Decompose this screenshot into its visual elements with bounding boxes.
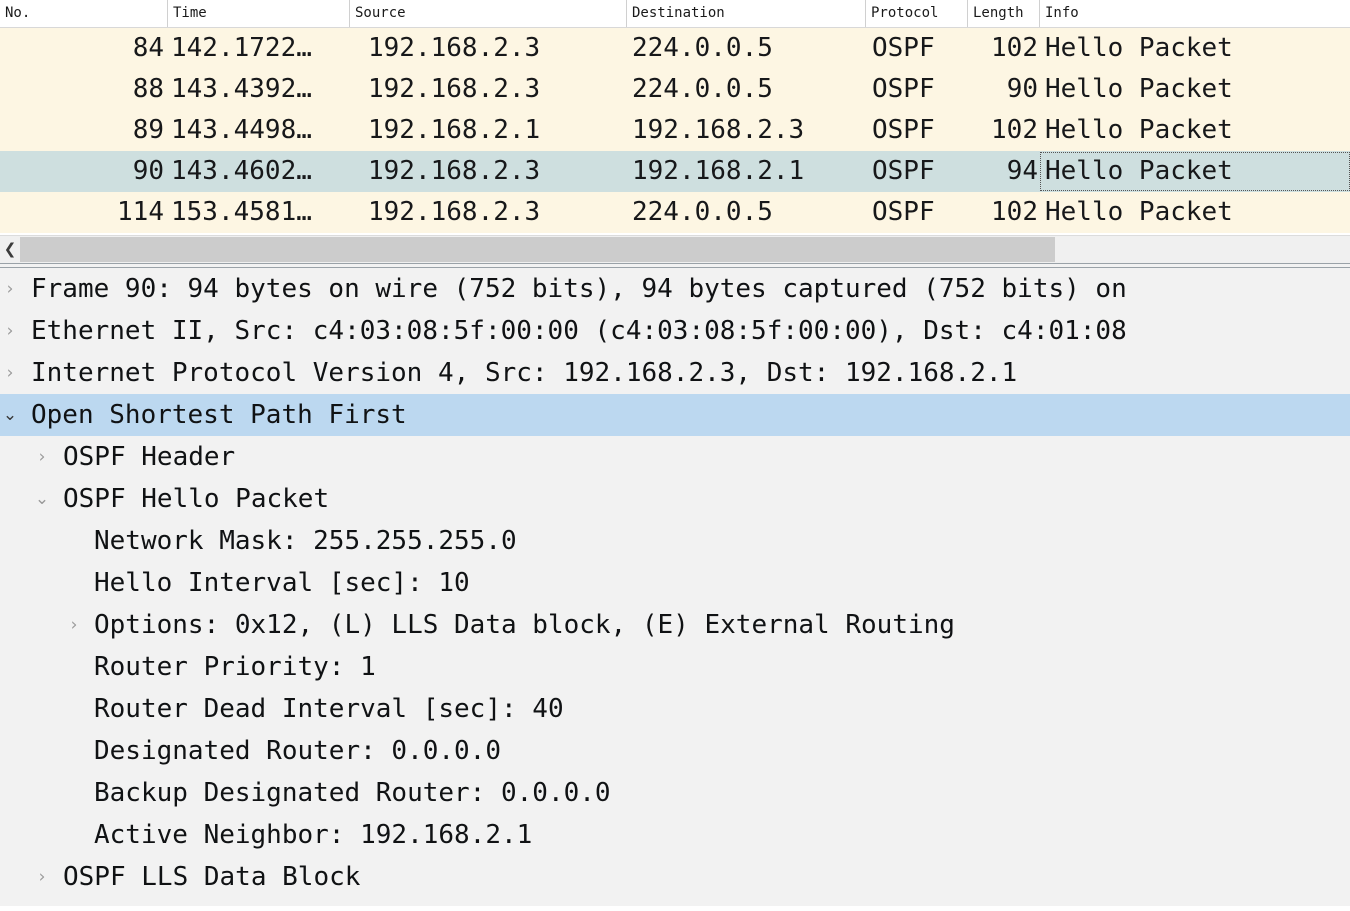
detail-tree-label: Open Shortest Path First	[31, 394, 407, 436]
chevron-right-icon[interactable]: ›	[2, 268, 18, 310]
packet-cell-length: 102	[968, 28, 1040, 69]
detail-tree-row[interactable]: Hello Interval [sec]: 10	[0, 562, 1350, 604]
packet-list-rows: 84142.1722…192.168.2.3224.0.0.5OSPF102He…	[0, 28, 1350, 233]
packet-cell-protocol: OSPF	[866, 192, 968, 233]
column-header-no[interactable]: No.	[0, 0, 168, 27]
packet-cell-no: 90	[0, 151, 168, 192]
chevron-down-icon[interactable]: ⌄	[34, 478, 50, 520]
packet-cell-protocol: OSPF	[866, 69, 968, 110]
packet-cell-protocol: OSPF	[866, 28, 968, 69]
packet-cell-protocol: OSPF	[866, 151, 968, 192]
detail-tree-row[interactable]: Designated Router: 0.0.0.0	[0, 730, 1350, 772]
packet-cell-destination: 192.168.2.1	[627, 151, 866, 192]
column-header-time[interactable]: Time	[168, 0, 350, 27]
packet-row[interactable]: 89143.4498…192.168.2.1192.168.2.3OSPF102…	[0, 110, 1350, 151]
packet-cell-info: Hello Packet	[1040, 28, 1350, 69]
column-header-length[interactable]: Length	[968, 0, 1040, 27]
detail-tree-label: Active Neighbor: 192.168.2.1	[94, 814, 532, 856]
packet-cell-source: 192.168.2.1	[350, 110, 627, 151]
column-header-source[interactable]: Source	[350, 0, 627, 27]
chevron-right-icon[interactable]: ›	[2, 352, 18, 394]
detail-tree-row[interactable]: Backup Designated Router: 0.0.0.0	[0, 772, 1350, 814]
detail-tree-label: Router Dead Interval [sec]: 40	[94, 688, 564, 730]
chevron-down-icon[interactable]: ⌄	[2, 394, 18, 436]
detail-tree-row[interactable]: › Options: 0x12, (L) LLS Data block, (E) …	[0, 604, 1350, 646]
detail-tree-row[interactable]: ⌄ OSPF Hello Packet	[0, 478, 1350, 520]
detail-tree-label: OSPF Hello Packet	[63, 478, 329, 520]
chevron-right-icon[interactable]: ›	[34, 436, 50, 478]
detail-tree-label: Internet Protocol Version 4, Src: 192.16…	[31, 352, 1017, 394]
detail-tree-label: Options: 0x12, (L) LLS Data block, (E) E…	[94, 604, 955, 646]
detail-tree-row[interactable]: › Internet Protocol Version 4, Src: 192.1…	[0, 352, 1350, 394]
packet-row[interactable]: 90143.4602…192.168.2.3192.168.2.1OSPF94H…	[0, 151, 1350, 192]
packet-cell-length: 102	[968, 110, 1040, 151]
detail-tree-row[interactable]: › OSPF LLS Data Block	[0, 856, 1350, 898]
detail-tree-row[interactable]: Active Neighbor: 192.168.2.1	[0, 814, 1350, 856]
column-header-protocol[interactable]: Protocol	[866, 0, 968, 27]
detail-tree-row[interactable]: Router Dead Interval [sec]: 40	[0, 688, 1350, 730]
column-header-info[interactable]: Info	[1040, 0, 1350, 27]
detail-tree-row[interactable]: › Frame 90: 94 bytes on wire (752 bits), …	[0, 268, 1350, 310]
packet-cell-destination: 224.0.0.5	[627, 28, 866, 69]
packet-cell-source: 192.168.2.3	[350, 28, 627, 69]
packet-list-pane: No. Time Source Destination Protocol Len…	[0, 0, 1350, 235]
packet-row[interactable]: 88143.4392…192.168.2.3224.0.0.5OSPF90Hel…	[0, 69, 1350, 110]
packet-cell-no: 88	[0, 69, 168, 110]
detail-tree-label: Backup Designated Router: 0.0.0.0	[94, 772, 611, 814]
packet-list-header: No. Time Source Destination Protocol Len…	[0, 0, 1350, 28]
packet-cell-length: 102	[968, 192, 1040, 233]
packet-cell-destination: 224.0.0.5	[627, 192, 866, 233]
detail-tree-label: Router Priority: 1	[94, 646, 376, 688]
packet-cell-time: 143.4392…	[168, 69, 350, 110]
packet-cell-time: 153.4581…	[168, 192, 350, 233]
packet-cell-info: Hello Packet	[1040, 192, 1350, 233]
detail-tree-row[interactable]: › OSPF Header	[0, 436, 1350, 478]
chevron-right-icon[interactable]: ›	[66, 604, 82, 646]
packet-row[interactable]: 114153.4581…192.168.2.3224.0.0.5OSPF102H…	[0, 192, 1350, 233]
column-header-destination[interactable]: Destination	[627, 0, 866, 27]
packet-cell-info: Hello Packet	[1040, 152, 1350, 191]
packet-cell-time: 143.4498…	[168, 110, 350, 151]
detail-tree-row[interactable]: Router Priority: 1	[0, 646, 1350, 688]
packet-cell-no: 84	[0, 28, 168, 69]
detail-tree-label: Ethernet II, Src: c4:03:08:5f:00:00 (c4:…	[31, 310, 1127, 352]
detail-tree-row[interactable]: Network Mask: 255.255.255.0	[0, 520, 1350, 562]
packet-cell-source: 192.168.2.3	[350, 69, 627, 110]
packet-cell-protocol: OSPF	[866, 110, 968, 151]
detail-tree-label: OSPF LLS Data Block	[63, 856, 360, 898]
packet-cell-time: 143.4602…	[168, 151, 350, 192]
detail-tree-label: Network Mask: 255.255.255.0	[94, 520, 517, 562]
detail-tree-label: Designated Router: 0.0.0.0	[94, 730, 501, 772]
packet-cell-info: Hello Packet	[1040, 69, 1350, 110]
detail-tree-row[interactable]: › Ethernet II, Src: c4:03:08:5f:00:00 (c4…	[0, 310, 1350, 352]
chevron-right-icon[interactable]: ›	[34, 856, 50, 898]
packet-cell-destination: 224.0.0.5	[627, 69, 866, 110]
packet-cell-no: 89	[0, 110, 168, 151]
packet-row[interactable]: 84142.1722…192.168.2.3224.0.0.5OSPF102He…	[0, 28, 1350, 69]
packet-cell-source: 192.168.2.3	[350, 192, 627, 233]
scrollbar-thumb[interactable]	[20, 237, 1055, 262]
packet-cell-length: 94	[968, 151, 1040, 192]
packet-cell-source: 192.168.2.3	[350, 151, 627, 192]
packet-details-pane: › Frame 90: 94 bytes on wire (752 bits), …	[0, 268, 1350, 906]
detail-tree-label: Frame 90: 94 bytes on wire (752 bits), 9…	[31, 268, 1127, 310]
packet-cell-destination: 192.168.2.3	[627, 110, 866, 151]
packet-cell-info: Hello Packet	[1040, 110, 1350, 151]
packet-cell-time: 142.1722…	[168, 28, 350, 69]
detail-tree-row[interactable]: ⌄ Open Shortest Path First	[0, 394, 1350, 436]
detail-tree-label: OSPF Header	[63, 436, 235, 478]
chevron-right-icon[interactable]: ›	[2, 310, 18, 352]
packet-cell-no: 114	[0, 192, 168, 233]
detail-tree-label: Hello Interval [sec]: 10	[94, 562, 470, 604]
packet-list-horizontal-scrollbar[interactable]: ❮	[0, 235, 1350, 263]
packet-cell-length: 90	[968, 69, 1040, 110]
scroll-left-icon[interactable]: ❮	[0, 236, 20, 263]
